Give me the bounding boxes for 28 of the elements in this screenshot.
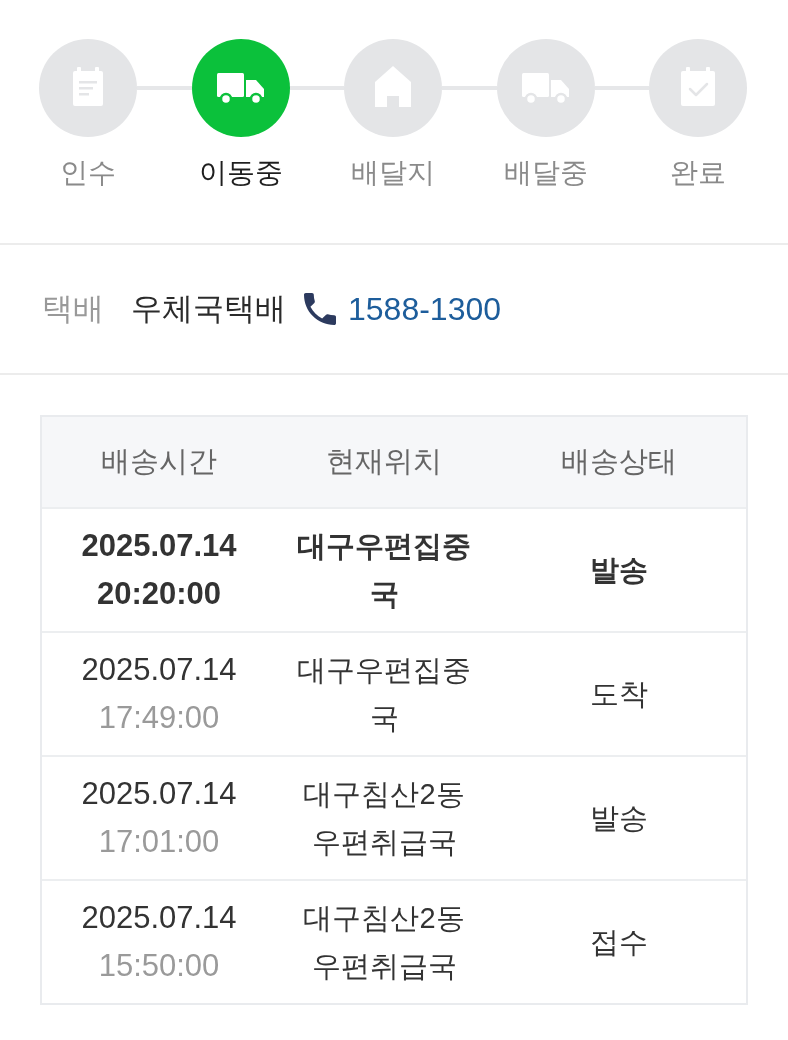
courier-name: 우체국택배 bbox=[131, 290, 286, 328]
location-text: 대구우편집중국 bbox=[296, 653, 472, 736]
phone-number-link[interactable]: 1588-1300 bbox=[348, 290, 502, 328]
location-text: 대구침산2동 우편취급국 bbox=[302, 901, 466, 984]
status-text: 발송 bbox=[590, 801, 648, 836]
courier-label: 택배 bbox=[42, 290, 104, 328]
time-text: 17:01:00 bbox=[98, 823, 220, 861]
step-label: 이동중 bbox=[198, 156, 283, 190]
column-header: 현재위치 bbox=[326, 444, 442, 479]
column-header: 배송상태 bbox=[561, 444, 677, 479]
date-text: 2025.07.14 bbox=[81, 527, 237, 565]
step-label: 인수 bbox=[60, 156, 116, 190]
phone-icon bbox=[304, 293, 336, 325]
location-text: 대구우편집중국 bbox=[296, 529, 472, 612]
time-text: 20:20:00 bbox=[96, 575, 222, 613]
date-text: 2025.07.14 bbox=[81, 651, 237, 689]
location-text: 대구침산2동 우편취급국 bbox=[302, 777, 466, 860]
status-text: 도착 bbox=[590, 677, 648, 712]
step-label: 배달중 bbox=[503, 156, 588, 190]
status-text: 접수 bbox=[590, 925, 648, 960]
time-text: 17:49:00 bbox=[98, 699, 220, 737]
date-text: 2025.07.14 bbox=[81, 775, 237, 813]
step-label: 배달지 bbox=[351, 156, 435, 190]
date-text: 2025.07.14 bbox=[81, 899, 237, 937]
column-header: 배송시간 bbox=[101, 444, 217, 479]
time-text: 15:50:00 bbox=[98, 947, 220, 985]
status-text: 발송 bbox=[590, 553, 648, 588]
step-label: 완료 bbox=[670, 156, 726, 190]
